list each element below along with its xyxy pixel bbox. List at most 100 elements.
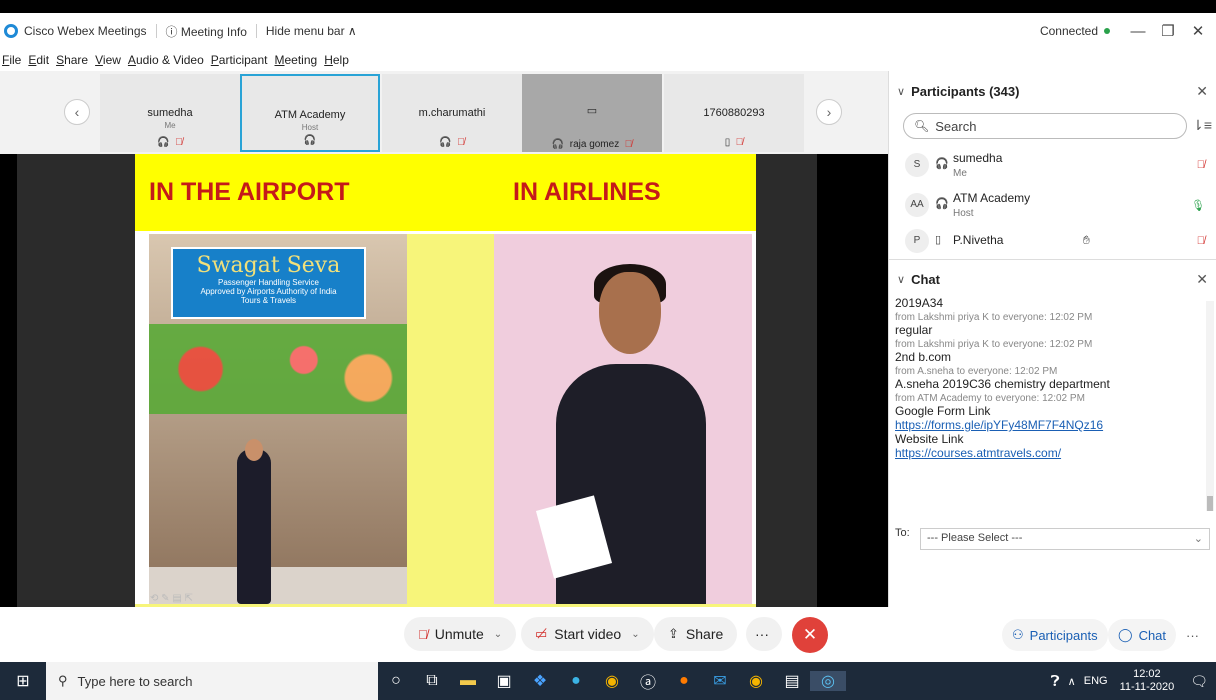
- participant-row[interactable]: P ▯ P.Nivetha ✋︎ 🎙̸: [905, 223, 1205, 259]
- chevron-down-icon[interactable]: ⌄: [631, 629, 639, 640]
- chrome-icon[interactable]: ◉: [738, 671, 774, 691]
- airport-photo: Swagat Seva Passenger Handling Service A…: [149, 234, 407, 607]
- video-tile-raja-gomez[interactable]: ▭ 🎧 raja gomez 🎙̸: [522, 74, 662, 152]
- chat-recipient-select[interactable]: --- Please Select --- ⌄: [920, 528, 1210, 550]
- chat-to-label: To:: [895, 527, 910, 539]
- restore-icon[interactable]: ❐: [1156, 22, 1180, 40]
- menu-view[interactable]: View: [95, 53, 121, 67]
- menu-file[interactable]: File: [2, 53, 21, 67]
- language-indicator[interactable]: ENG: [1084, 675, 1108, 687]
- participant-row[interactable]: AA 🎧 ATM Academy Host 🎙: [905, 187, 1205, 223]
- mic-muted-icon: 🎙̸: [418, 626, 428, 642]
- connection-status: Connected: [1039, 24, 1098, 38]
- chat-message: 2019A34: [895, 296, 944, 310]
- top-border: [0, 0, 1216, 13]
- participants-toggle-button[interactable]: ⚇ Participants: [1002, 619, 1108, 651]
- taskbar-search-placeholder: Type here to search: [77, 673, 193, 689]
- scroll-thumb[interactable]: [1207, 496, 1213, 511]
- flower-arch: [149, 324, 407, 414]
- menu-edit[interactable]: Edit: [28, 53, 49, 67]
- video-tile-sumedha[interactable]: sumedha Me 🎧 🎙̸: [100, 74, 240, 152]
- participant-row[interactable]: S 🎧 sumedha Me 🎙̸: [905, 147, 1205, 183]
- chat-sender: from Lakshmi priya K to everyone: 12:02 …: [895, 312, 1093, 323]
- chat-message: Google Form Link: [895, 404, 991, 418]
- menu-meeting[interactable]: Meeting: [275, 53, 318, 67]
- share-button[interactable]: ⇪ Share: [654, 617, 738, 651]
- clock-time: 12:02: [1133, 668, 1161, 680]
- cortana-icon[interactable]: ○: [378, 672, 414, 690]
- strip-prev-button[interactable]: ‹: [64, 99, 90, 125]
- close-participants-icon[interactable]: ✕: [1196, 83, 1208, 100]
- menu-bar: File Edit Share View Audio & Video Parti…: [0, 49, 888, 71]
- windows-start-icon[interactable]: ⊞: [0, 671, 46, 691]
- help-icon[interactable]: ❓︎: [1051, 673, 1060, 690]
- more-options-button[interactable]: ···: [746, 617, 782, 651]
- panel-more-label: ···: [1186, 627, 1199, 643]
- more-label: ···: [755, 626, 769, 642]
- google-form-link[interactable]: https://forms.gle/ipYFy48MF7F4NQz16: [895, 418, 1195, 432]
- avatar: S: [905, 153, 929, 177]
- hide-menu-bar-button[interactable]: Hide menu bar ∧: [266, 24, 357, 38]
- chat-toggle-button[interactable]: ◯ Chat: [1108, 619, 1177, 651]
- store-icon[interactable]: ▣: [486, 671, 522, 691]
- mail-icon[interactable]: ✉: [702, 671, 738, 691]
- annotation-toolbar-icon[interactable]: ⟲ ✎ ▤ ⇱: [150, 593, 193, 604]
- share-icon: ⇪: [668, 626, 679, 641]
- meeting-info-button[interactable]: ⓘ Meeting Info: [166, 23, 247, 40]
- notes-icon[interactable]: ▤: [774, 671, 810, 691]
- sort-icon[interactable]: ⇂≡: [1192, 117, 1212, 134]
- strip-next-button[interactable]: ›: [816, 99, 842, 125]
- mic-muted-icon: 🎙̸: [624, 139, 633, 150]
- sign-title-2: Seva: [286, 253, 341, 278]
- menu-participant[interactable]: Participant: [211, 53, 268, 67]
- edge-icon[interactable]: ●: [558, 672, 594, 690]
- menu-help[interactable]: Help: [324, 53, 349, 67]
- participants-header[interactable]: ∨ Participants (343) ✕: [889, 71, 1216, 111]
- notifications-icon[interactable]: 🗨︎: [1190, 673, 1208, 690]
- system-tray: ❓︎ ∧ ENG 12:02 11-11-2020 🗨︎: [1051, 662, 1216, 700]
- minimize-icon[interactable]: —: [1126, 23, 1150, 40]
- file-explorer-icon[interactable]: ▬: [450, 672, 486, 690]
- close-window-icon[interactable]: ✕: [1186, 22, 1210, 40]
- video-tile-1760880293[interactable]: 1760880293 ▯ 🎙̸: [664, 74, 804, 152]
- chevron-down-icon[interactable]: ⌄: [494, 629, 502, 640]
- tile-name: raja gomez: [569, 139, 620, 150]
- participant-role: Host: [953, 208, 974, 219]
- task-view-icon[interactable]: ⧉: [414, 672, 450, 690]
- sign-title: Swagat: [196, 253, 280, 278]
- chat-header[interactable]: ∨ Chat ✕: [889, 259, 1216, 299]
- chat-message: Website Link: [895, 432, 964, 446]
- chat-title: Chat: [911, 271, 940, 287]
- clock[interactable]: 12:02 11-11-2020: [1120, 668, 1175, 694]
- mic-muted-icon: 🎙̸: [175, 137, 183, 148]
- dropbox-icon[interactable]: ❖: [522, 671, 558, 691]
- title-separator: [255, 24, 257, 38]
- chevron-up-icon[interactable]: ∧: [1068, 675, 1076, 688]
- panel-more-button[interactable]: ···: [1176, 619, 1209, 651]
- unmute-button[interactable]: 🎙̸ Unmute ⌄: [404, 617, 517, 651]
- menu-share[interactable]: Share: [56, 53, 88, 67]
- close-chat-icon[interactable]: ✕: [1196, 271, 1208, 288]
- video-tile-atm-academy[interactable]: ATM Academy Host 🎧: [240, 74, 380, 152]
- person-figure: [237, 449, 271, 604]
- chat-scrollbar[interactable]: [1206, 301, 1214, 511]
- firefox-icon[interactable]: ●: [666, 672, 702, 690]
- website-link[interactable]: https://courses.atmtravels.com/: [895, 446, 1195, 460]
- chat-icon: ◯: [1118, 627, 1133, 642]
- app-title: Cisco Webex Meetings: [24, 24, 147, 38]
- video-off-icon: ▭: [586, 105, 598, 117]
- participant-search-input[interactable]: 🔍︎ Search: [903, 113, 1187, 139]
- webex-taskbar-icon[interactable]: ◎: [810, 671, 846, 691]
- amazon-icon[interactable]: ⓐ: [630, 669, 666, 693]
- menu-audio-video[interactable]: Audio & Video: [128, 53, 204, 67]
- taskbar-search-input[interactable]: ⚲ Type here to search: [46, 662, 378, 700]
- chrome-icon[interactable]: ◉: [594, 671, 630, 691]
- start-video-button[interactable]: ▭̸ Start video ⌄: [521, 617, 654, 651]
- leave-meeting-button[interactable]: ✕: [792, 617, 828, 653]
- chevron-down-icon[interactable]: ∨: [897, 85, 905, 98]
- video-tile-charumathi[interactable]: m.charumathi 🎧 🎙̸: [382, 74, 522, 152]
- participant-role: Me: [953, 168, 967, 179]
- chevron-down-icon[interactable]: ∨: [897, 273, 905, 286]
- tile-name: m.charumathi: [418, 107, 486, 119]
- tile-name: 1760880293: [703, 107, 765, 119]
